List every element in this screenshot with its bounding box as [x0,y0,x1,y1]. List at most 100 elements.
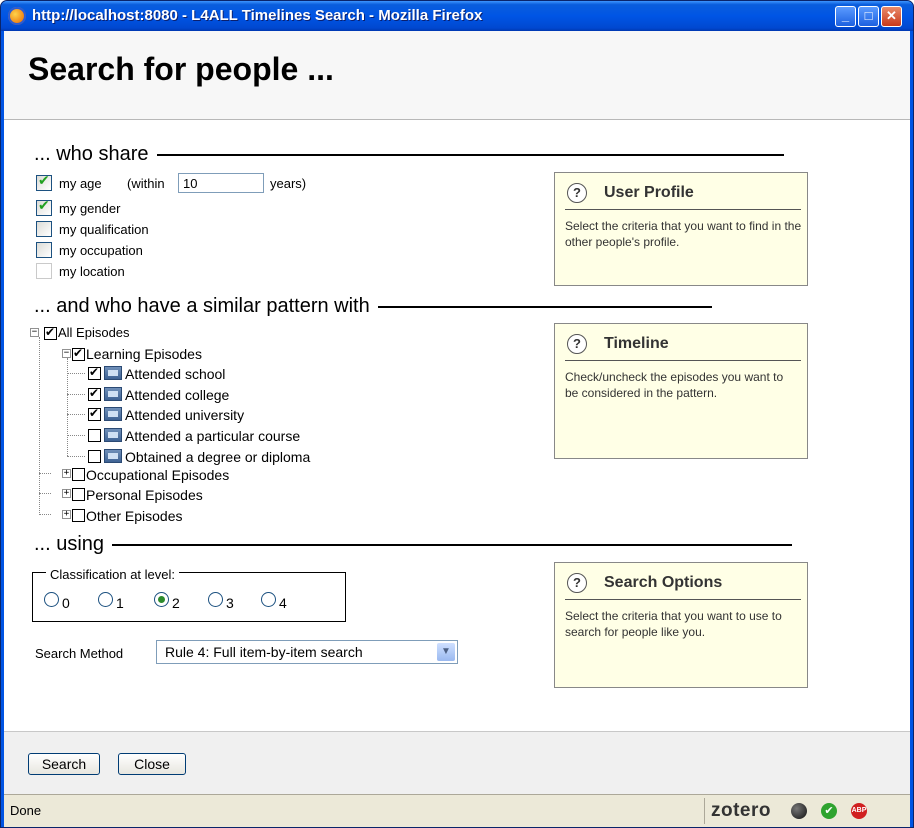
panel-text: Select the criteria that you want to use… [565,609,782,639]
expand-icon[interactable]: + [62,510,71,519]
divider [565,209,801,210]
age-range-input[interactable] [178,173,264,193]
help-icon: ? [567,183,587,203]
qualification-checkbox[interactable] [36,221,52,237]
college-checkbox[interactable] [88,386,101,401]
expand-icon[interactable]: + [62,469,71,478]
using-section-heading: ... using [34,533,793,556]
location-checkbox[interactable] [36,263,52,279]
classification-label: Classification at level: [46,567,179,582]
learning-episodes-checkbox[interactable] [72,346,85,361]
level-2-radio[interactable] [154,592,169,607]
tree-line [67,373,85,374]
expand-icon[interactable]: + [62,489,71,498]
learning-episodes-label: Learning Episodes [86,346,202,362]
all-episodes-checkbox[interactable] [44,325,57,340]
tree-line [67,394,85,395]
search-method-value: Rule 4: Full item-by-item search [165,644,363,660]
tree-line [67,456,85,457]
occupation-checkbox[interactable] [36,242,52,258]
share-section-heading: ... who share [34,143,784,166]
checkmark-icon[interactable]: ✔ [821,803,837,819]
using-heading-text: ... using [34,533,105,555]
course-icon [104,428,122,442]
other-episodes-label: Other Episodes [86,508,183,524]
share-heading-text: ... who share [34,143,149,165]
adblock-icon[interactable]: ABP [851,803,867,819]
divider [156,153,784,156]
within-label: (within [127,176,165,191]
tree-line [67,435,85,436]
help-icon: ? [567,334,587,354]
collapse-icon[interactable]: − [62,349,71,358]
panel-title: User Profile [604,184,694,201]
timeline-help-panel: ? Timeline Check/uncheck the episodes yo… [554,323,808,459]
qualification-label: my qualification [59,222,149,237]
level-label: 4 [279,595,287,611]
occupation-label: my occupation [59,243,143,258]
episode-label: Obtained a degree or diploma [125,449,311,465]
divider [565,599,801,600]
tree-line [39,337,40,515]
level-0-radio[interactable] [44,592,59,607]
level-label: 2 [172,595,180,611]
other-episodes-checkbox[interactable] [72,509,85,522]
personal-episodes-label: Personal Episodes [86,487,203,503]
degree-icon [104,449,122,463]
user-profile-help-panel: ? User Profile Select the criteria that … [554,172,808,286]
help-icon: ? [567,573,587,593]
zotero-button[interactable]: zotero [711,800,771,822]
episode-label: Attended a particular course [125,428,301,444]
status-text: Done [10,803,42,818]
tree-line [39,493,51,494]
episode-label: Attended university [125,407,245,423]
gender-label: my gender [59,201,121,216]
level-label: 0 [62,595,70,611]
title-bar[interactable]: http://localhost:8080 - L4ALL Timelines … [1,1,913,31]
search-button[interactable]: Search [28,753,100,775]
college-icon [104,387,122,401]
divider [377,305,712,308]
all-episodes-label: All Episodes [58,325,130,340]
window-title: http://localhost:8080 - L4ALL Timelines … [32,7,483,24]
level-4-radio[interactable] [261,592,276,607]
page-header: Search for people ... [4,31,910,120]
chevron-down-icon[interactable]: ▼ [437,643,455,661]
panel-text: Select the criteria that you want to fin… [565,219,802,249]
tree-line [39,514,51,515]
page-title: Search for people ... [28,51,334,87]
divider [112,543,793,546]
occupational-episodes-checkbox[interactable] [72,468,85,481]
search-method-label: Search Method [35,646,124,661]
level-3-radio[interactable] [208,592,223,607]
status-icons: zotero ✔ ABP [704,798,891,824]
pattern-section-heading: ... and who have a similar pattern with [34,295,712,318]
location-label: my location [59,264,125,279]
close-button[interactable]: Close [118,753,186,775]
collapse-icon[interactable]: − [30,328,39,337]
age-label: my age [59,176,102,191]
level-1-radio[interactable] [98,592,113,607]
button-bar: Search Close [4,732,910,794]
degree-checkbox[interactable] [88,450,101,463]
school-checkbox[interactable] [88,365,101,380]
maximize-button[interactable]: □ [858,6,879,27]
search-method-select[interactable]: Rule 4: Full item-by-item search ▼ [156,640,458,664]
pattern-heading-text: ... and who have a similar pattern with [34,295,370,317]
age-checkbox[interactable] [36,173,52,191]
personal-episodes-checkbox[interactable] [72,488,85,501]
minimize-button[interactable]: _ [835,6,856,27]
gender-checkbox[interactable] [36,198,52,216]
university-checkbox[interactable] [88,406,101,421]
close-window-button[interactable]: ✕ [881,6,902,27]
search-options-help-panel: ? Search Options Select the criteria tha… [554,562,808,688]
zotero-icon[interactable] [791,803,807,819]
panel-title: Search Options [604,574,723,591]
school-icon [104,366,122,380]
status-bar: Done zotero ✔ ABP [4,794,910,827]
tree-line [67,414,85,415]
course-checkbox[interactable] [88,429,101,442]
episode-label: Attended college [125,387,230,403]
firefox-icon [8,7,26,25]
occupational-episodes-label: Occupational Episodes [86,467,230,483]
